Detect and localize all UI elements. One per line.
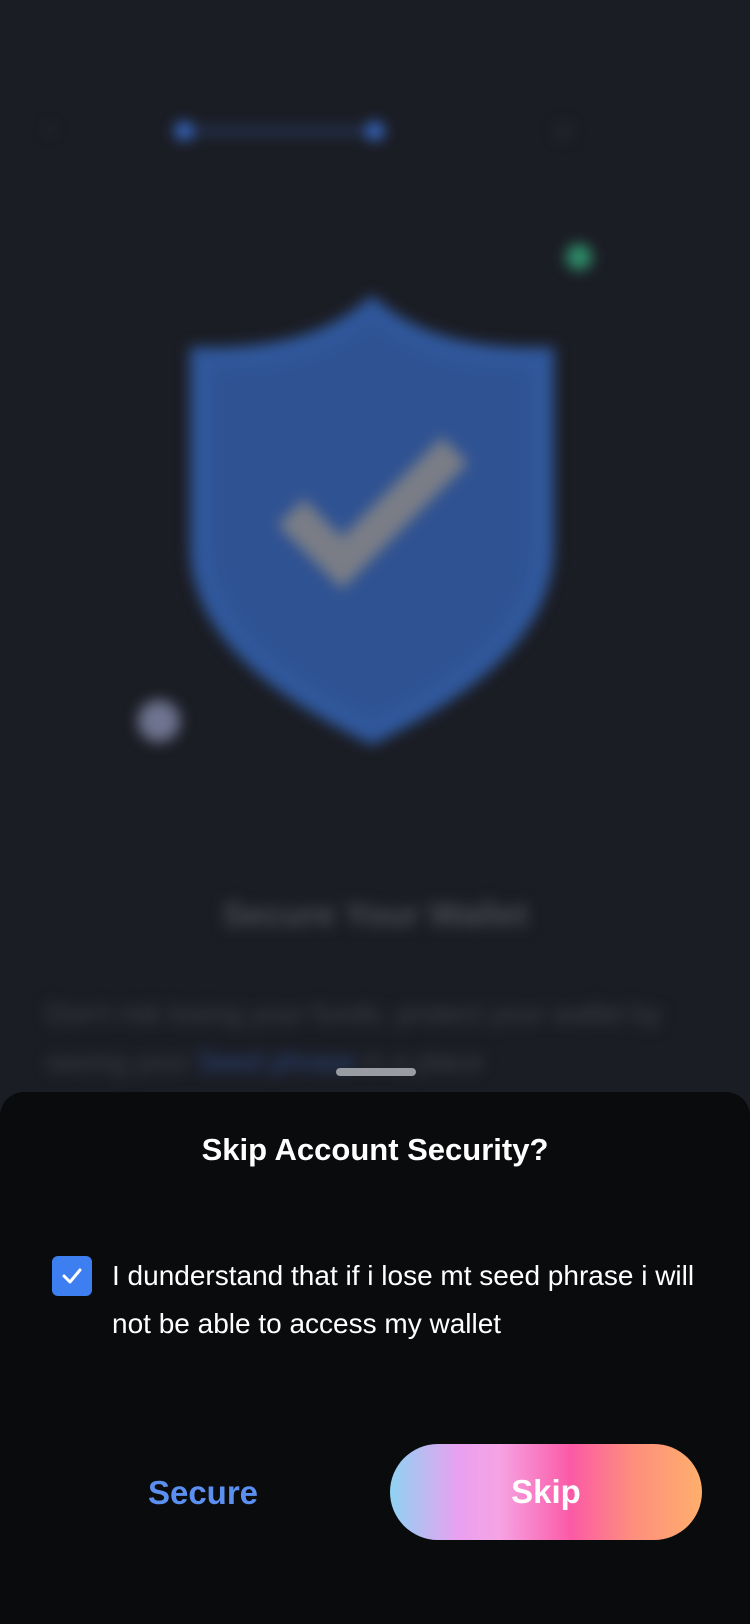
- acknowledge-label[interactable]: I dunderstand that if i lose mt seed phr…: [112, 1252, 712, 1348]
- seed-phrase-link: Seed phrase: [196, 1046, 356, 1077]
- checkmark-icon: [62, 1268, 82, 1284]
- decorative-green-dot: [566, 244, 592, 270]
- skip-security-sheet: Skip Account Security? I dunderstand tha…: [0, 1092, 750, 1624]
- decorative-grey-dot: [138, 700, 180, 742]
- progress-track: [183, 129, 375, 133]
- progress-step-1: [175, 122, 193, 140]
- progress-step-3: [556, 124, 570, 138]
- shield-check-icon: [190, 295, 554, 745]
- background-title: Secure Your Wallet: [222, 896, 528, 934]
- back-arrow-icon: ‹: [46, 115, 54, 142]
- secure-button[interactable]: Secure: [80, 1444, 326, 1540]
- sheet-title: Skip Account Security?: [201, 1132, 549, 1167]
- screen: ‹ Secure Your Wallet Don't risk losing y…: [0, 0, 750, 1624]
- acknowledge-checkbox[interactable]: [52, 1256, 92, 1296]
- skip-button[interactable]: Skip: [390, 1444, 702, 1540]
- sheet-drag-handle[interactable]: [336, 1068, 416, 1076]
- progress-step-2: [366, 122, 384, 140]
